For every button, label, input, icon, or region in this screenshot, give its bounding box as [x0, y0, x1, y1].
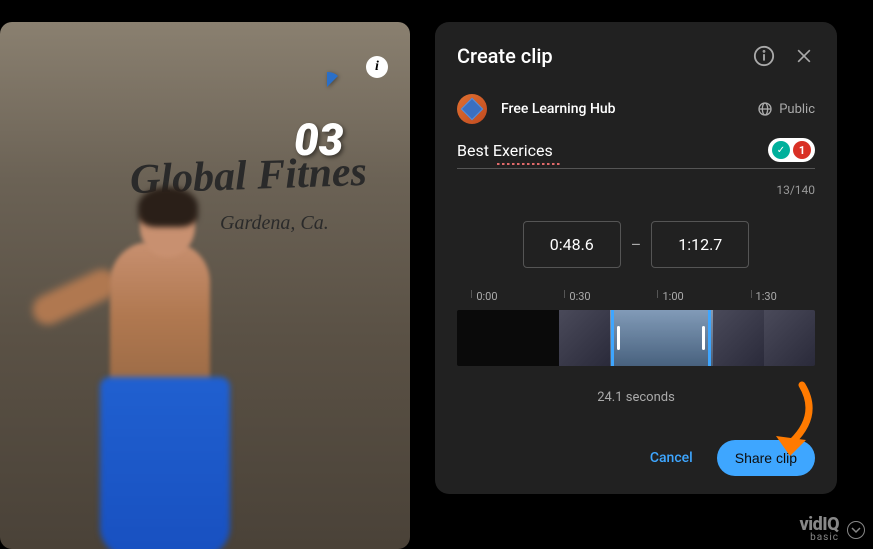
person-figure	[0, 152, 260, 549]
check-icon: ✓	[772, 141, 790, 159]
dialog-title: Create clip	[457, 44, 553, 68]
create-clip-dialog: Create clip Free Learning Hub Public ✓ 1	[435, 22, 837, 494]
share-clip-button[interactable]: Share clip	[717, 440, 815, 476]
timeline-tick: 1:30	[751, 290, 777, 298]
timeline-ruler: 0:00 0:30 1:00 1:30	[457, 290, 815, 310]
video-preview: Global Fitnes Gardena, Ca. 03 i	[0, 22, 410, 549]
channel-avatar	[457, 94, 487, 124]
timeline-thumb	[559, 310, 610, 366]
timeline-tick: 0:00	[471, 290, 497, 298]
timeline-thumb	[457, 310, 508, 366]
close-icon[interactable]	[793, 45, 815, 67]
timeline[interactable]: 0:00 0:30 1:00 1:30	[457, 290, 815, 380]
char-count: 13/140	[457, 183, 815, 197]
vidiq-watermark: vidIQ basic	[800, 514, 839, 543]
video-info-icon[interactable]: i	[366, 56, 388, 78]
visibility-label: Public	[779, 102, 815, 117]
start-time-input[interactable]	[523, 221, 621, 268]
clip-selection[interactable]	[611, 310, 711, 366]
extension-badge[interactable]: ✓ 1	[768, 138, 815, 162]
end-time-input[interactable]	[651, 221, 749, 268]
timeline-thumbnails[interactable]	[457, 310, 815, 366]
info-icon[interactable]	[753, 45, 775, 67]
timeline-tick: 0:30	[564, 290, 590, 298]
time-separator: –	[631, 235, 642, 254]
globe-icon	[757, 101, 773, 117]
countdown-number: 03	[294, 114, 343, 166]
badge-count: 1	[793, 141, 811, 159]
clip-title-input[interactable]	[457, 141, 768, 160]
channel-name: Free Learning Hub	[501, 101, 616, 117]
clip-duration: 24.1 seconds	[457, 390, 815, 405]
visibility-selector[interactable]: Public	[757, 101, 815, 117]
timeline-thumb	[713, 310, 764, 366]
cancel-button[interactable]: Cancel	[650, 450, 693, 466]
selection-handle-left[interactable]	[617, 326, 620, 350]
timeline-tick: 1:00	[657, 290, 683, 298]
countdown-pie-icon	[310, 70, 344, 104]
selection-handle-right[interactable]	[702, 326, 705, 350]
timeline-thumb	[508, 310, 559, 366]
chevron-down-icon[interactable]	[847, 521, 865, 539]
timeline-thumb	[764, 310, 815, 366]
